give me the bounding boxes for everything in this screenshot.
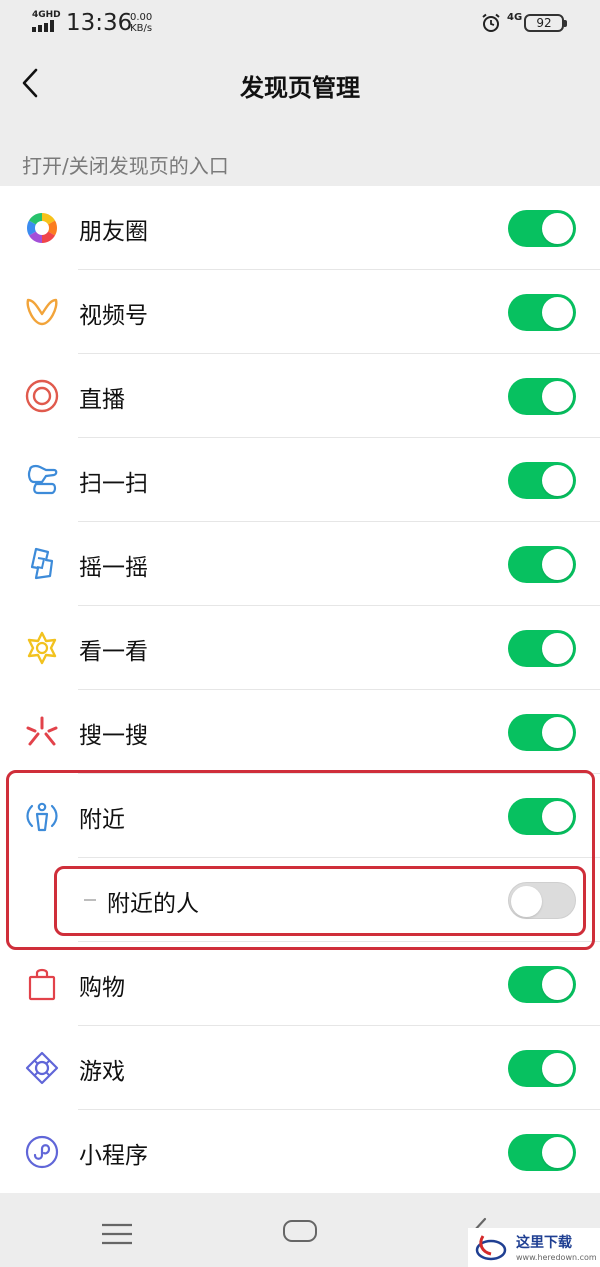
discover-entry-list: 朋友圈 视频号 直播 扫一扫 摇一摇 看一看 搜一搜 附近 附近的人 购物 游戏… [0,186,600,1194]
battery-level: 92 [536,16,552,30]
live-toggle[interactable] [508,378,576,415]
mini-programs-icon [25,1135,59,1169]
watermark: 这里下载 www.heredown.com [468,1228,600,1267]
shopping-icon [28,968,56,1001]
list-item-scan: 扫一扫 [0,438,600,522]
item-label: 搜一搜 [79,723,148,749]
item-label: 游戏 [79,1059,125,1085]
alarm-icon [482,13,500,32]
watermark-url: www.heredown.com [516,1253,597,1262]
nav-bar: 发现页管理 [0,46,600,120]
games-icon [25,1051,59,1085]
list-item-shopping: 购物 [0,942,600,1026]
section-header: 打开/关闭发现页的入口 [22,154,229,178]
item-label: 小程序 [79,1143,148,1169]
item-label: 看一看 [79,639,148,665]
network-speed: 0.00 KB/s [130,12,152,34]
item-label: 附近的人 [107,891,199,917]
list-item-moments: 朋友圈 [0,186,600,270]
search-icon [26,716,58,746]
list-item-mini-programs: 小程序 [0,1110,600,1194]
moments-toggle[interactable] [508,210,576,247]
mini-programs-toggle[interactable] [508,1134,576,1171]
speed-unit: KB/s [130,23,153,34]
item-label: 摇一摇 [79,555,148,581]
shake-toggle[interactable] [508,546,576,583]
list-item-search: 搜一搜 [0,690,600,774]
scan-icon [27,464,58,495]
status-bar: 4GHD 13:36 0.00 KB/s 4G 92 [0,0,600,46]
channels-icon [26,298,58,326]
list-item-nearby: 附近 [0,774,600,858]
people-nearby-toggle[interactable] [508,882,576,919]
clock: 13:36 [66,10,133,36]
nearby-toggle[interactable] [508,798,576,835]
item-label: 直播 [79,387,125,413]
shake-icon [30,547,54,580]
games-toggle[interactable] [508,1050,576,1087]
moments-icon [26,213,58,243]
item-label: 购物 [79,975,125,1001]
signal-icon [32,20,54,32]
watermark-text: 这里下载 [516,1235,572,1251]
list-item-games: 游戏 [0,1026,600,1110]
search-toggle[interactable] [508,714,576,751]
item-label: 附近 [79,807,125,833]
nearby-icon [26,802,58,832]
shopping-toggle[interactable] [508,966,576,1003]
network-type: 4GHD [32,10,61,20]
page-title: 发现页管理 [240,74,360,102]
top-stories-toggle[interactable] [508,630,576,667]
scan-toggle[interactable] [508,462,576,499]
channels-toggle[interactable] [508,294,576,331]
list-item-live: 直播 [0,354,600,438]
live-icon [25,379,59,413]
item-label: 朋友圈 [79,219,148,245]
item-label: 视频号 [79,303,148,329]
list-item-people-nearby: 附近的人 [0,858,600,942]
top-stories-icon [27,631,57,665]
list-item-channels: 视频号 [0,270,600,354]
menu-icon[interactable] [101,1223,133,1245]
watermark-logo-icon [475,1235,507,1261]
item-label: 扫一扫 [79,471,148,497]
sub-item-dash [84,899,96,901]
home-icon[interactable] [283,1220,317,1242]
speed-value: 0.00 [130,12,153,23]
list-item-shake: 摇一摇 [0,522,600,606]
list-item-top-stories: 看一看 [0,606,600,690]
battery-icon: 92 [524,14,567,32]
network-type-right: 4G [507,12,523,23]
